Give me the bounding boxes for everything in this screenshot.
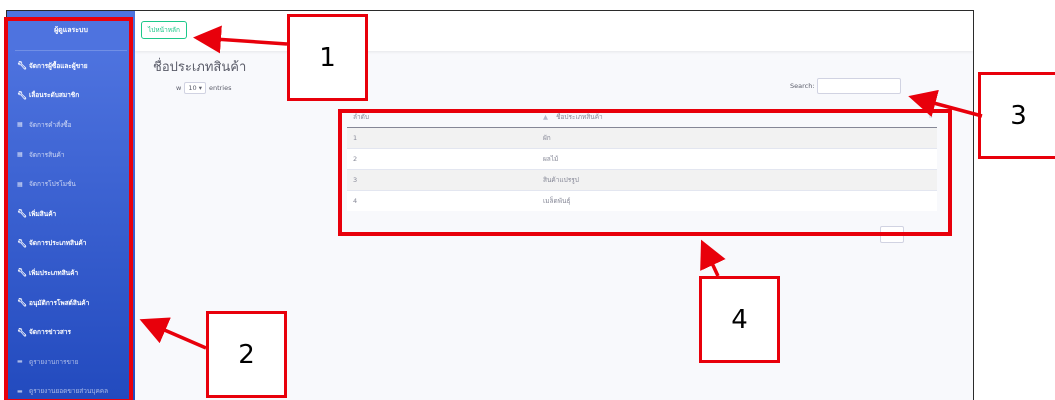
arrow-4 xyxy=(700,239,726,277)
arrow-1 xyxy=(193,25,288,54)
arrow-3 xyxy=(908,89,983,118)
annotation-arrows xyxy=(139,25,983,350)
arrow-2 xyxy=(139,317,207,350)
